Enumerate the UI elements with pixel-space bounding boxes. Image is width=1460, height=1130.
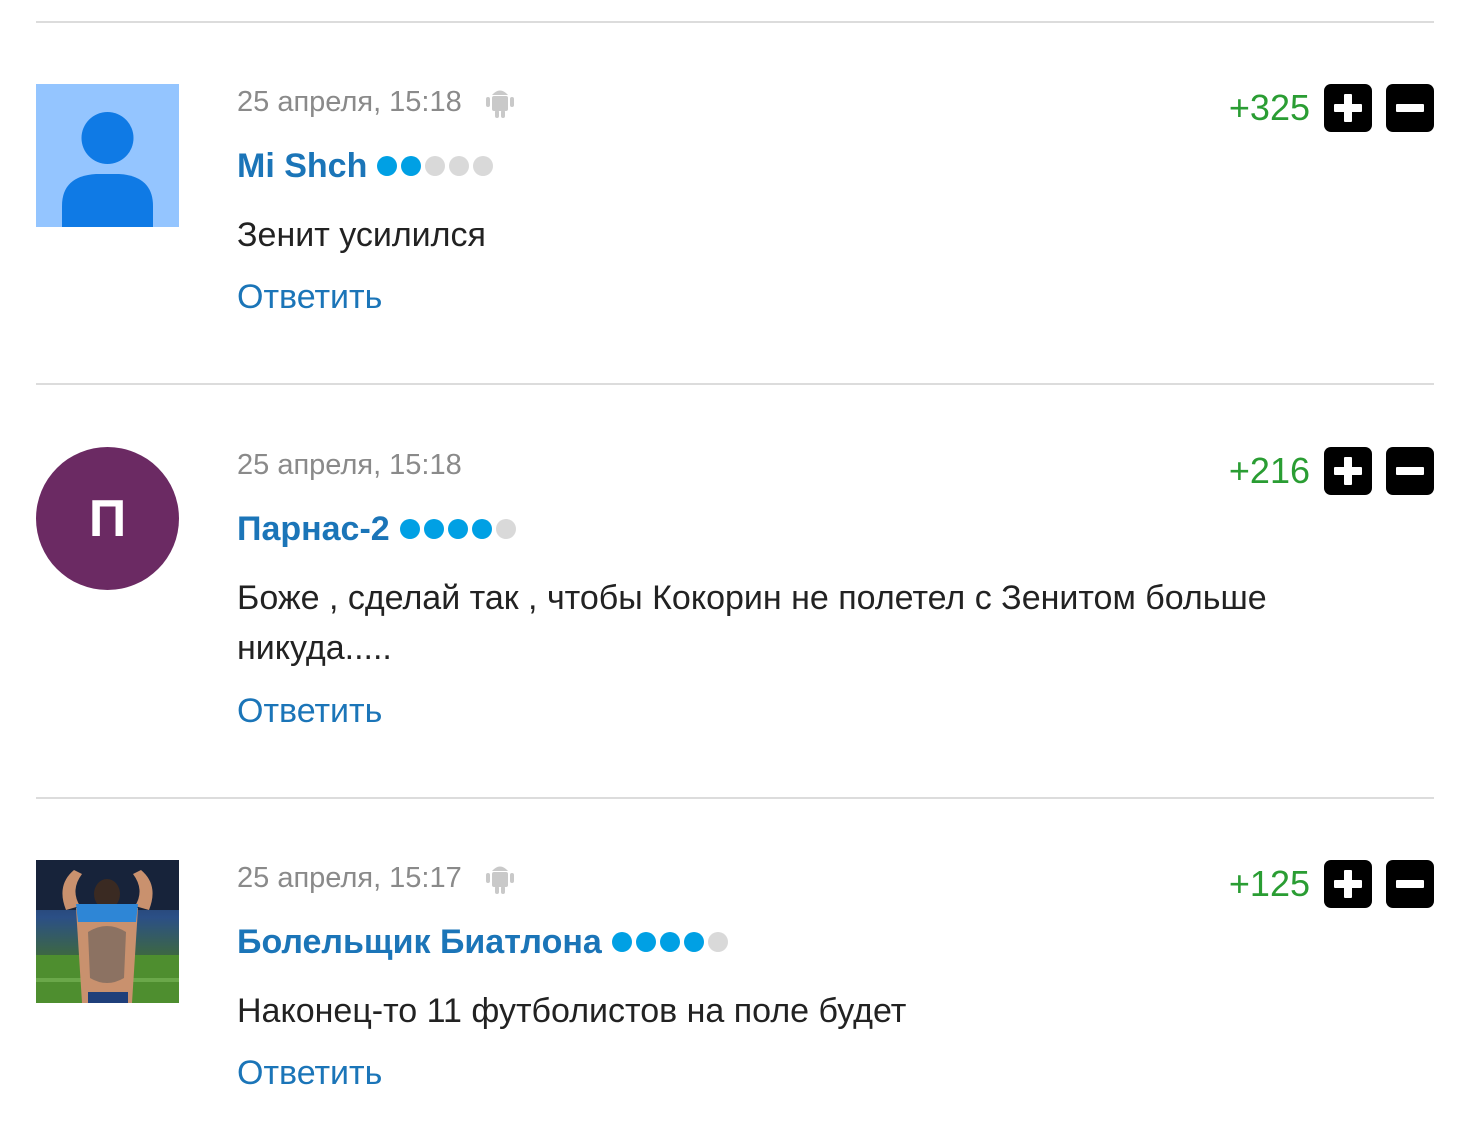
rank-dot bbox=[611, 932, 632, 952]
avatar-letter: П bbox=[88, 489, 127, 548]
reply-link[interactable]: Ответить bbox=[237, 1054, 382, 1093]
rank-dot bbox=[377, 156, 398, 176]
vote-up-button[interactable] bbox=[1324, 860, 1372, 908]
minus-icon bbox=[1396, 880, 1424, 888]
comment-meta: 25 апреля, 15:18 bbox=[237, 84, 514, 120]
comment-divider bbox=[36, 21, 1434, 23]
rank-dots bbox=[611, 932, 728, 952]
comment-meta: 25 апреля, 15:17 bbox=[237, 860, 514, 896]
comment-text: Наконец-то 11 футболистов на поле будет bbox=[237, 992, 907, 1030]
rating-value: +125 bbox=[1228, 863, 1310, 904]
comment-text: Зенит усилился bbox=[237, 216, 486, 254]
reply-link[interactable]: Ответить bbox=[237, 278, 382, 317]
comment-text: Боже , сделай так , чтобы Кокорин не пол… bbox=[237, 579, 1267, 667]
author-line: Парнас-2 bbox=[237, 509, 516, 549]
author-line: Болельщик Биатлона bbox=[237, 922, 728, 962]
vote-down-button[interactable] bbox=[1386, 84, 1434, 132]
comment-divider bbox=[36, 383, 1434, 385]
author-name[interactable]: Mi Shch bbox=[237, 147, 367, 186]
android-icon bbox=[485, 866, 514, 894]
comment-date: 25 апреля, 15:18 bbox=[237, 85, 462, 118]
avatar[interactable]: П bbox=[36, 447, 179, 590]
avatar[interactable] bbox=[36, 84, 179, 227]
rank-dot bbox=[425, 156, 446, 176]
rank-dot bbox=[659, 932, 680, 952]
rank-dot bbox=[683, 932, 704, 952]
rank-dots bbox=[399, 519, 516, 539]
user-silhouette-icon bbox=[62, 112, 153, 227]
rank-dot bbox=[423, 519, 444, 539]
comment-date: 25 апреля, 15:18 bbox=[237, 448, 462, 481]
vote-up-button[interactable] bbox=[1324, 447, 1372, 495]
comment-date: 25 апреля, 15:17 bbox=[237, 861, 462, 894]
vote-down-button[interactable] bbox=[1386, 447, 1434, 495]
avatar[interactable] bbox=[36, 860, 179, 1003]
vote-down-button[interactable] bbox=[1386, 860, 1434, 908]
rank-dot bbox=[399, 519, 420, 539]
author-name[interactable]: Болельщик Биатлона bbox=[237, 923, 602, 962]
minus-icon bbox=[1396, 104, 1424, 112]
author-line: Mi Shch bbox=[237, 146, 494, 186]
user-photo bbox=[36, 860, 179, 1003]
rank-dot bbox=[449, 156, 470, 176]
author-name[interactable]: Парнас-2 bbox=[237, 510, 390, 549]
rank-dot bbox=[635, 932, 656, 952]
reply-link[interactable]: Ответить bbox=[237, 692, 382, 731]
comment-meta: 25 апреля, 15:18 bbox=[237, 447, 462, 483]
rating-value: +216 bbox=[1228, 450, 1310, 491]
rank-dot bbox=[495, 519, 516, 539]
rank-dot bbox=[447, 519, 468, 539]
minus-icon bbox=[1396, 467, 1424, 475]
rank-dot bbox=[473, 156, 494, 176]
rank-dot bbox=[401, 156, 422, 176]
rating-value: +325 bbox=[1228, 87, 1310, 128]
vote-up-button[interactable] bbox=[1324, 84, 1372, 132]
rank-dots bbox=[377, 156, 494, 176]
rank-dot bbox=[707, 932, 728, 952]
android-icon bbox=[485, 90, 514, 118]
rank-dot bbox=[471, 519, 492, 539]
comment-divider bbox=[36, 797, 1434, 799]
